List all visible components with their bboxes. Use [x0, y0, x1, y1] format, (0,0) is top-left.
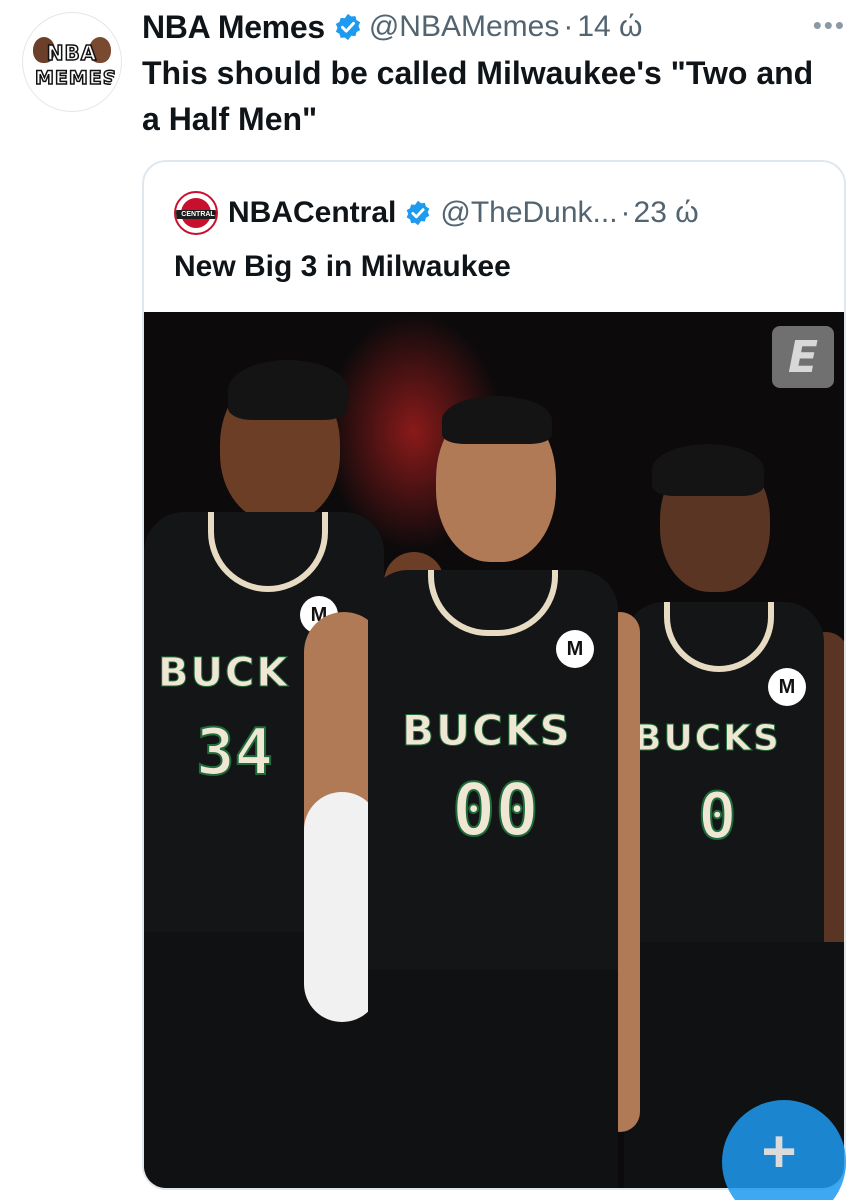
- player-right: M BUCKS 0: [624, 312, 844, 1188]
- sponsor-patch-icon: M: [768, 668, 806, 706]
- player-left-jersey-number: 34: [195, 715, 274, 791]
- player-right-hair: [652, 444, 764, 496]
- quoted-tweet-card[interactable]: CENTRAL NBACentral @TheDunk... · 23 ώ Ne…: [142, 160, 846, 1190]
- tweet-text: This should be called Milwaukee's "Two a…: [142, 55, 814, 137]
- player-center: M BUCKS 00: [304, 312, 640, 1188]
- separator-dot: ·: [620, 196, 631, 229]
- quoted-tweet-text: New Big 3 in Milwaukee: [174, 250, 511, 283]
- player-right-jersey-number: 0: [697, 779, 738, 855]
- logo-text-line2: MEMES: [34, 66, 117, 90]
- author-name[interactable]: NBA Memes: [142, 9, 325, 46]
- nba-memes-logo: NBA MEMES: [27, 17, 117, 107]
- quoted-tweet-photo[interactable]: E M BUCK 34 M BUCKS 0 M BUCKS 00: [144, 312, 844, 1188]
- quoted-tweet-timestamp[interactable]: 23 ώ: [634, 196, 699, 230]
- quoted-tweet-header: CENTRAL NBACentral @TheDunk... · 23 ώ: [174, 190, 699, 236]
- author-avatar[interactable]: NBA MEMES: [22, 12, 122, 112]
- compose-plus-icon: +: [761, 1118, 797, 1185]
- separator-dot: ·: [563, 10, 574, 43]
- verified-badge-icon: [335, 13, 360, 41]
- player-left-jersey-word: BUCK: [157, 650, 290, 697]
- player-center-jersey-word: BUCKS: [402, 706, 572, 756]
- player-center-shorts: [368, 970, 618, 1188]
- tweet-header: NBA Memes @NBAMemes · 14 ώ •••: [142, 4, 846, 50]
- logo-text-line1: NBA: [46, 40, 98, 66]
- quoted-author-name[interactable]: NBACentral: [228, 196, 396, 230]
- tweet-timestamp[interactable]: 14 ώ: [577, 10, 642, 44]
- player-right-jersey-word: BUCKS: [634, 718, 781, 760]
- more-horizontal-icon[interactable]: •••: [813, 10, 846, 41]
- player-center-hair: [442, 396, 552, 444]
- author-handle[interactable]: @NBAMemes: [369, 10, 560, 44]
- quoted-author-handle[interactable]: @TheDunk...: [440, 196, 617, 230]
- sponsor-patch-icon: M: [556, 630, 594, 668]
- player-center-jersey-number: 00: [451, 767, 540, 853]
- quoted-author-avatar[interactable]: CENTRAL: [174, 191, 218, 235]
- quoted-avatar-text: CENTRAL: [176, 210, 216, 219]
- verified-badge-icon: [407, 200, 430, 226]
